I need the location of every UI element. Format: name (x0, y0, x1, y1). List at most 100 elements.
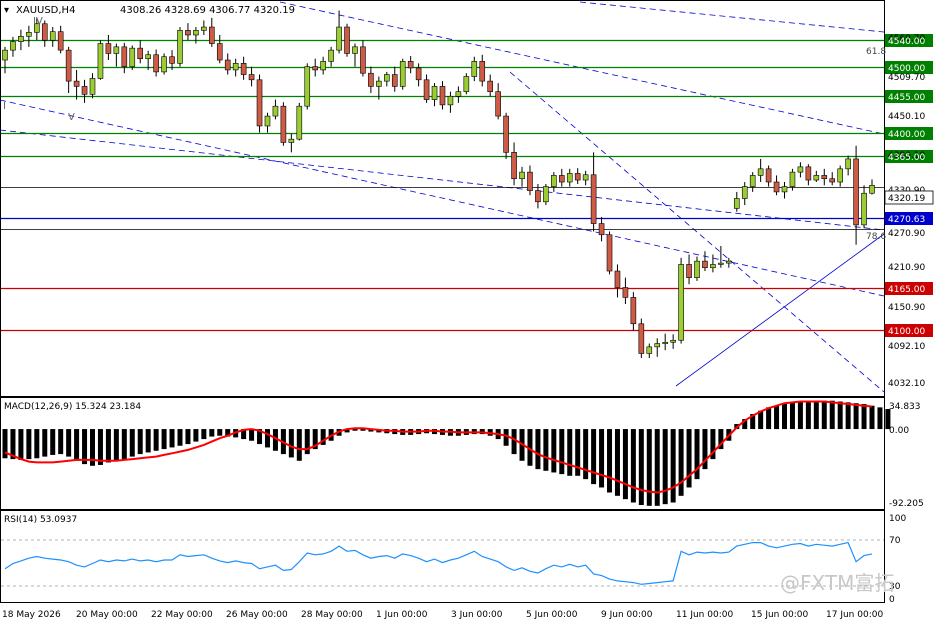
macd-bar (18, 429, 24, 460)
macd-bar (559, 429, 565, 475)
candle-body (813, 175, 820, 181)
candle-body (216, 43, 223, 61)
macd-bar (686, 429, 692, 488)
macd-bar (34, 429, 40, 459)
candle-body (352, 46, 358, 54)
candle-body (185, 30, 191, 36)
macd-bar (201, 429, 207, 440)
macd-bar (877, 407, 883, 430)
candle-body (805, 166, 812, 181)
price-tick: 4150.90 (888, 303, 925, 313)
macd-bar (543, 429, 549, 471)
macd-bar (869, 405, 875, 430)
macd-bar (567, 429, 573, 476)
macd-bar (670, 429, 676, 503)
macd-bar (646, 429, 652, 506)
macd-bar (837, 401, 843, 430)
candle-body (566, 173, 573, 183)
macd-bar (185, 429, 191, 445)
macd-bar (82, 429, 88, 465)
macd-bar (829, 400, 835, 430)
candle-body (18, 35, 24, 42)
macd-bar (129, 429, 135, 457)
price-tick: 4210.90 (888, 263, 925, 273)
candle-body (320, 61, 326, 71)
current-price-value: 4320.19 (888, 194, 925, 204)
candle-body (41, 23, 48, 41)
macd-bar (296, 429, 302, 461)
candle-body (153, 54, 159, 73)
candle-body (161, 56, 167, 73)
wave-label-v: V (68, 112, 75, 123)
candle-body (606, 234, 613, 272)
macd-bar (622, 429, 628, 500)
candle-body (368, 72, 374, 87)
symbol-label: XAUUSD,H4 (16, 5, 75, 16)
watermark: @FXTM富拓 (780, 571, 894, 595)
macd-bar (782, 404, 788, 430)
macd-bar (511, 429, 517, 455)
symbol-icon: ▾ (4, 5, 9, 16)
macd-bar (853, 403, 859, 430)
candle-body (10, 41, 16, 51)
candle-body (336, 26, 342, 51)
rsi-tick-70: 70 (889, 536, 901, 546)
candlesticks (2, 10, 875, 359)
candle-body (328, 49, 334, 62)
candle-body (97, 43, 104, 79)
candle-body (288, 138, 295, 143)
macd-signal-line (4, 400, 873, 494)
candle-body (407, 61, 414, 69)
candle-body (551, 175, 557, 187)
trading-chart[interactable]: ▾ XAUUSD,H4 4308.26 4328.69 4306.77 4320… (0, 0, 936, 624)
time-tick: 5 Jun 00:00 (526, 610, 578, 620)
candle-body (590, 174, 597, 224)
candle-body (439, 86, 446, 106)
ohlc-values: 4308.26 4328.69 4306.77 4320.19 (120, 5, 295, 16)
candle-body (49, 31, 56, 41)
candle-body (821, 175, 828, 180)
candle-body (280, 105, 287, 143)
fib-label-618: 61.8 (866, 47, 886, 57)
rsi-label: RSI(14) 53.0937 (4, 515, 77, 525)
macd-bar (813, 400, 819, 430)
macd-bar (678, 429, 684, 496)
candle-body (773, 181, 780, 193)
candle-body (829, 178, 836, 183)
price-tick: 4509.70 (888, 73, 925, 83)
macd-bar (137, 429, 143, 455)
candle-body (73, 80, 80, 87)
macd-bar (861, 404, 867, 430)
candle-body (694, 260, 700, 278)
candle-body (741, 186, 748, 199)
level-tag-label: 4540.00 (888, 37, 925, 47)
candle-body (383, 74, 390, 82)
macd-bar (217, 429, 223, 436)
candle-body (129, 47, 136, 67)
candle-body (654, 343, 661, 348)
time-tick: 15 Jun 00:00 (751, 610, 808, 620)
macd-bar (209, 429, 215, 437)
time-tick: 26 May 00:00 (226, 610, 288, 620)
candle-body (145, 54, 151, 60)
candle-body (797, 166, 804, 173)
time-tick: 28 May 00:00 (301, 610, 363, 620)
macd-bar (249, 429, 255, 441)
fib-line-diagonal (509, 71, 885, 393)
candle-body (487, 80, 494, 92)
candle-body (447, 95, 454, 106)
candle-body (662, 341, 668, 344)
macd-bar (66, 429, 72, 457)
candle-body (678, 264, 684, 341)
macd-bar (153, 429, 159, 451)
macd-bar (121, 429, 127, 460)
macd-bar (264, 429, 270, 448)
candle-body (543, 186, 549, 203)
candle-body (630, 297, 637, 325)
candle-body (710, 264, 716, 269)
level-tag-label: 4400.00 (888, 130, 925, 140)
candle-body (837, 168, 843, 183)
candle-body (399, 61, 406, 87)
fib-label-786: 78.6 (866, 232, 886, 242)
macd-bar (105, 429, 111, 463)
